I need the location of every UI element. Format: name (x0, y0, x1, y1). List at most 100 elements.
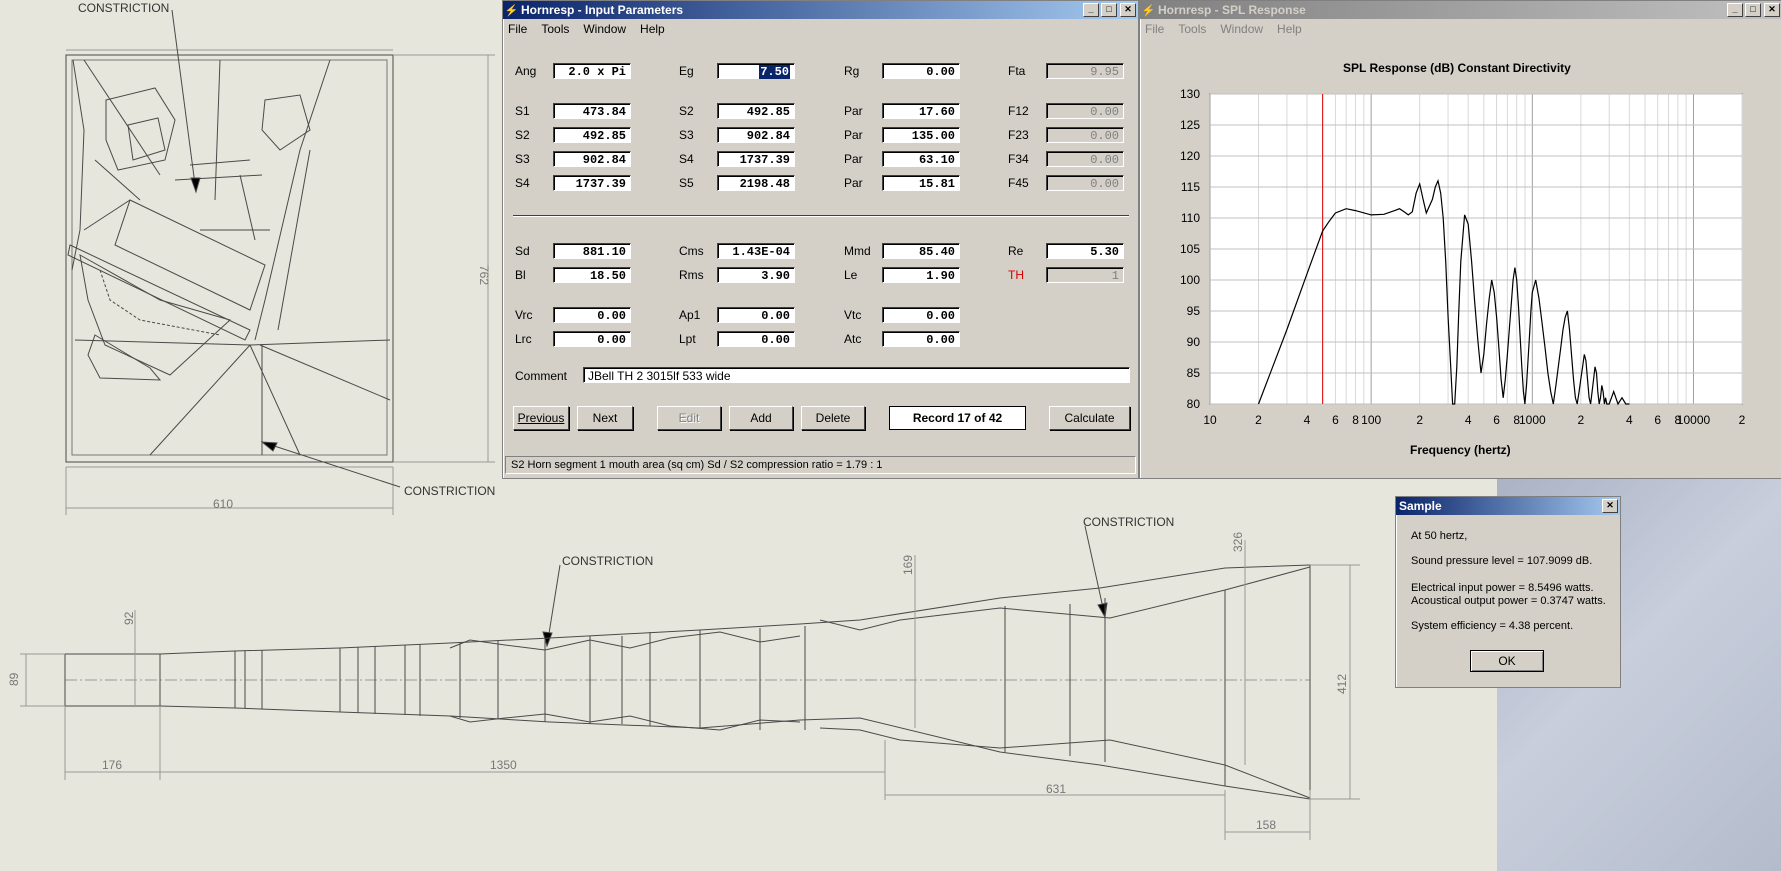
param-field-s4-b[interactable]: 1737.39 (717, 151, 795, 167)
dim-1350: 1350 (490, 758, 517, 772)
menu-help[interactable]: Help (640, 22, 665, 36)
param-field-f12-d[interactable]: 0.00 (1046, 103, 1124, 119)
param-label-ap1: Ap1 (679, 308, 701, 322)
param-field-f45-d[interactable]: 0.00 (1046, 175, 1124, 191)
calculate-button[interactable]: Calculate (1049, 406, 1130, 430)
param-label-rg: Rg (844, 64, 860, 78)
y-tick-label: 105 (1180, 242, 1200, 256)
maximize-button[interactable]: □ (1745, 3, 1761, 17)
param-field-rms-b[interactable]: 3.90 (717, 267, 795, 283)
menu-help[interactable]: Help (1277, 22, 1302, 36)
dialog-spl-text: Sound pressure level = 107.9099 dB. (1411, 555, 1593, 567)
menu-file[interactable]: File (508, 22, 527, 36)
minimize-button[interactable]: _ (1727, 3, 1743, 17)
input-window-menubar: File Tools Window Help (503, 19, 1138, 39)
param-field-s5-b[interactable]: 2198.48 (717, 175, 795, 191)
dim-158: 158 (1256, 818, 1276, 832)
x-tick-label: 4 (1626, 413, 1633, 427)
param-field-ang-a[interactable]: 2.0 x Pi (553, 63, 631, 79)
param-field-f23-d[interactable]: 0.00 (1046, 127, 1124, 143)
y-tick-label: 85 (1187, 366, 1201, 380)
minimize-button[interactable]: _ (1083, 3, 1099, 17)
param-field-par-c[interactable]: 135.00 (882, 127, 960, 143)
param-label-th: TH (1008, 268, 1024, 282)
close-button[interactable]: ✕ (1120, 3, 1136, 17)
param-field-atc-c[interactable]: 0.00 (882, 331, 960, 347)
param-field-rg-c[interactable]: 0.00 (882, 63, 960, 79)
spl-window-menubar: File Tools Window Help (1140, 19, 1781, 39)
param-field-bl-a[interactable]: 18.50 (553, 267, 631, 283)
param-label-s3: S3 (679, 128, 694, 142)
param-field-s3-a[interactable]: 902.84 (553, 151, 631, 167)
delete-button[interactable]: Delete (801, 406, 865, 430)
x-axis-label: Frequency (hertz) (1410, 443, 1511, 457)
close-button[interactable]: ✕ (1764, 3, 1780, 17)
param-field-cms-b[interactable]: 1.43E-04 (717, 243, 795, 259)
input-window-titlebar[interactable]: ⚡ Hornresp - Input Parameters _ □ ✕ (503, 1, 1138, 19)
param-label-s2: S2 (679, 104, 694, 118)
param-label-s4: S4 (679, 152, 694, 166)
maximize-button[interactable]: □ (1101, 3, 1117, 17)
param-field-f34-d[interactable]: 0.00 (1046, 151, 1124, 167)
param-field-s2-b[interactable]: 492.85 (717, 103, 795, 119)
hornresp-icon: ⚡ (504, 4, 519, 17)
comment-field[interactable]: JBell TH 2 3015lf 533 wide (583, 367, 1130, 383)
constriction-label-1: CONSTRICTION (78, 1, 169, 15)
param-label-fta: Fta (1008, 64, 1026, 78)
ok-button[interactable]: OK (1470, 650, 1544, 672)
param-field-eg-b[interactable]: 7.50 (717, 63, 795, 79)
record-indicator: Record 17 of 42 (889, 406, 1026, 430)
param-field-s3-b[interactable]: 902.84 (717, 127, 795, 143)
comment-label: Comment (515, 369, 568, 383)
param-field-sd-a[interactable]: 881.10 (553, 243, 631, 259)
param-field-re-d[interactable]: 5.30 (1046, 243, 1124, 259)
param-field-lpt-b[interactable]: 0.00 (717, 331, 795, 347)
param-field-th-d[interactable]: 1 (1046, 267, 1124, 283)
dialog-titlebar[interactable]: Sample ✕ (1396, 497, 1620, 515)
y-tick-label: 130 (1180, 87, 1200, 101)
param-field-s4-a[interactable]: 1737.39 (553, 175, 631, 191)
x-tick-label: 2 (1739, 413, 1746, 427)
status-bar: S2 Horn segment 1 mouth area (sq cm) Sd … (505, 456, 1136, 474)
param-label-ang: Ang (515, 64, 537, 78)
param-label-lrc: Lrc (515, 332, 532, 346)
param-field-par-c[interactable]: 63.10 (882, 151, 960, 167)
param-label-f12: F12 (1008, 104, 1029, 118)
param-field-vrc-a[interactable]: 0.00 (553, 307, 631, 323)
param-field-ap1-b[interactable]: 0.00 (717, 307, 795, 323)
add-button[interactable]: Add (729, 406, 793, 430)
x-tick-label: 1000 (1519, 413, 1546, 427)
chart-title: SPL Response (dB) Constant Directivity (1343, 61, 1571, 75)
param-field-par-c[interactable]: 17.60 (882, 103, 960, 119)
input-window-title: Hornresp - Input Parameters (521, 3, 684, 17)
dim-89: 89 (7, 672, 21, 686)
dialog-frequency-text: At 50 hertz, (1411, 530, 1468, 542)
menu-file[interactable]: File (1145, 22, 1164, 36)
param-field-fta-d[interactable]: 9.95 (1046, 63, 1124, 79)
param-label-par: Par (844, 152, 863, 166)
close-button[interactable]: ✕ (1602, 499, 1618, 513)
spl-window-titlebar[interactable]: ⚡ Hornresp - SPL Response _ □ ✕ (1140, 1, 1781, 19)
y-tick-label: 125 (1180, 118, 1200, 132)
previous-button[interactable]: Previous (513, 406, 569, 430)
param-label-sd: Sd (515, 244, 530, 258)
next-button[interactable]: Next (577, 406, 633, 430)
param-field-vtc-c[interactable]: 0.00 (882, 307, 960, 323)
x-tick-label: 6 (1493, 413, 1500, 427)
param-field-lrc-a[interactable]: 0.00 (553, 331, 631, 347)
x-tick-label: 4 (1304, 413, 1311, 427)
param-field-le-c[interactable]: 1.90 (882, 267, 960, 283)
param-field-mmd-c[interactable]: 85.40 (882, 243, 960, 259)
menu-window[interactable]: Window (583, 22, 626, 36)
edit-button[interactable]: Edit (657, 406, 721, 430)
param-field-s1-a[interactable]: 473.84 (553, 103, 631, 119)
param-field-par-c[interactable]: 15.81 (882, 175, 960, 191)
param-label-re: Re (1008, 244, 1024, 258)
param-field-s2-a[interactable]: 492.85 (553, 127, 631, 143)
menu-tools[interactable]: Tools (541, 22, 569, 36)
separator-line (513, 215, 1129, 217)
menu-window[interactable]: Window (1220, 22, 1263, 36)
spl-chart[interactable]: 8085909510010511011512012513010 2 4 6 8 100 2 4… (1140, 78, 1780, 478)
param-label-cms: Cms (679, 244, 704, 258)
menu-tools[interactable]: Tools (1178, 22, 1206, 36)
